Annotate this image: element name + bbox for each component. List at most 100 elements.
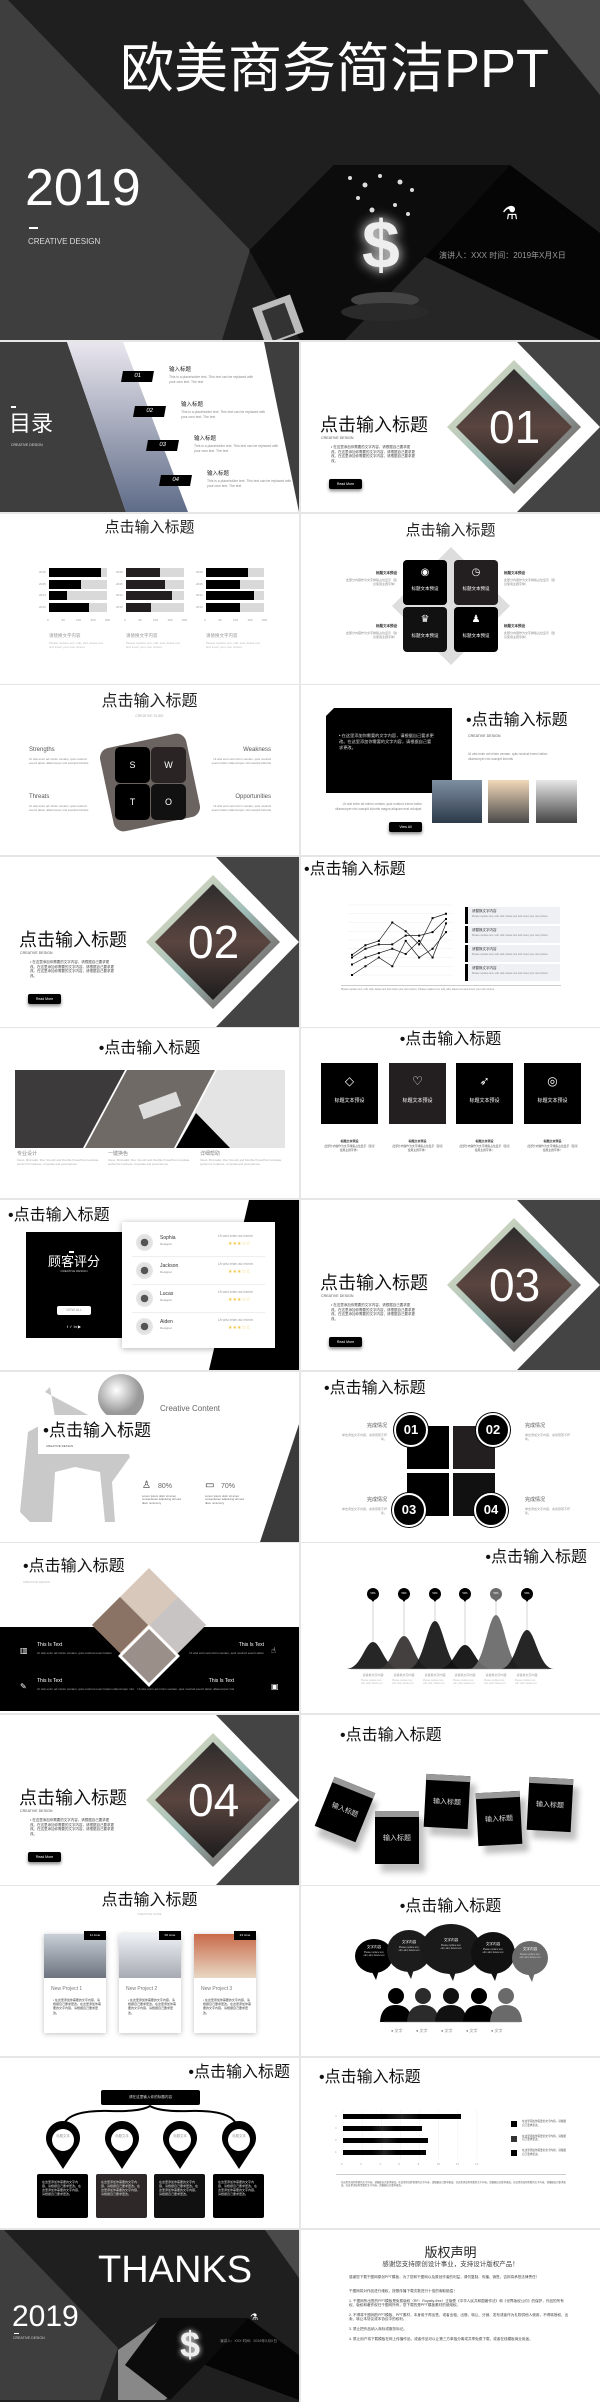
slide-desc: Ut wisi enim ad minim veniam, quis nostr… bbox=[468, 752, 563, 761]
rocket-icon: ➶ bbox=[456, 1075, 513, 1088]
feature-box: ♛标题文本预设 bbox=[403, 607, 447, 652]
slide-photos3[interactable]: •点击输入标题专业设计Clean, Minimalist, Flat, Smoo… bbox=[0, 1028, 299, 1198]
bar bbox=[206, 603, 240, 612]
review-quote: Ut wisi enim ad minim bbox=[218, 1291, 253, 1295]
slide-toc[interactable]: 目录CREATIVE DESIGN01输入标题This is a placeho… bbox=[0, 342, 299, 512]
tick-label: 50 bbox=[139, 619, 142, 622]
tick-label: 2 bbox=[360, 2163, 362, 2166]
read-more-button[interactable]: Read More bbox=[28, 1852, 61, 1862]
slide-hbar[interactable]: •点击输入标题024681012144321在这里添加你需要的文字内容，请根据自… bbox=[301, 2058, 600, 2228]
chart-note: 在这里添加你需要的文字内容，请根据自己要求更改。在这里添加你需要的文字内容，请根… bbox=[341, 2181, 566, 2187]
monitor-icon: ▭ bbox=[205, 1480, 214, 1491]
item-title: This Is Text bbox=[37, 1679, 137, 1685]
bar bbox=[126, 591, 172, 600]
avatar bbox=[136, 1318, 153, 1335]
bar bbox=[206, 580, 240, 589]
swot-label: Weakness bbox=[206, 747, 271, 754]
category-label: 2016 bbox=[196, 571, 203, 574]
slide-iconboxes[interactable]: •点击输入标题◇标题文本预设标题文本预设此部分内容作为文字排版占位显示（建议使用… bbox=[301, 1028, 600, 1198]
box-text: 在这里添加你需要的文字内容，请根据自己要求更改。在这里添加你需要的文字内容，请根… bbox=[101, 2180, 142, 2196]
tick-label: 8 bbox=[418, 2163, 420, 2166]
slide-title: •点击输入标题 bbox=[324, 1380, 426, 1398]
slide-subtitle: CREATIVE SLIDE bbox=[0, 715, 299, 719]
photo-desc: Clean, Minimalist, Flat, Smooth and Flex… bbox=[108, 1159, 190, 1167]
data-point bbox=[378, 952, 380, 954]
data-point bbox=[351, 974, 353, 976]
group-label: 请替换文字内容 bbox=[206, 634, 238, 639]
title-card: 输入标题 bbox=[527, 1777, 574, 1832]
slide-pins[interactable]: •点击输入标题请在这里输入你的标题内容标题文本在这里添加你需要的文字内容，请根据… bbox=[0, 2058, 299, 2228]
slide-swot[interactable]: 点击输入标题CREATIVE SLIDESWTOStrengthsUt wisi… bbox=[0, 685, 299, 855]
pointer-icon: ☝ bbox=[271, 1647, 276, 1656]
box-label: 标题文本预设 bbox=[403, 634, 447, 639]
diamond-icon: ◇ bbox=[321, 1075, 378, 1088]
slide-creative[interactable]: Creative Content•点击输入标题CREATIVE DESIGN♙8… bbox=[0, 1372, 299, 1542]
toc-subtitle: CREATIVE DESIGN bbox=[11, 444, 43, 448]
slide-quad[interactable]: 点击输入标题◉标题文本预设◷标题文本预设♛标题文本预设♟标题文本预设标题文本预设… bbox=[301, 514, 600, 684]
slide-section[interactable]: 02点击输入标题CREATIVE DESIGN• 在这里添加你需要的文字内容，请… bbox=[0, 857, 299, 1027]
tick-label: 150 bbox=[168, 619, 173, 622]
box-text: 在这里添加你需要的文字内容，请根据自己要求更改。在这里添加你需要的文字内容，请根… bbox=[159, 2180, 200, 2196]
side-desc: 此部分内容作为文字排版占位显示（建议使用主题字体） bbox=[345, 578, 397, 586]
toc-item-desc: This is a placeholder text. This text ca… bbox=[207, 479, 292, 488]
slide-bubbles[interactable]: •点击输入标题文字内容Please replace text, edit, ad… bbox=[301, 1886, 600, 2056]
chart-note: Please replace text, edit, add, delete t… bbox=[341, 988, 561, 991]
view-all-button[interactable]: VIEW ALL bbox=[57, 1306, 91, 1315]
reviewer-role: Designer bbox=[160, 1243, 172, 1246]
slide-projects[interactable]: 点击输入标题CREATIVE SLIDE11 JuneNew Project 1… bbox=[0, 1886, 299, 2056]
slide-section[interactable]: 04点击输入标题CREATIVE DESIGN• 在这里添加你需要的文字内容，请… bbox=[0, 1715, 299, 1885]
bar bbox=[343, 2138, 428, 2143]
bar bbox=[49, 580, 81, 589]
section-number: 02 bbox=[188, 917, 239, 968]
slide-linechart[interactable]: •点击输入标题请替换文字内容Please replace text, edit,… bbox=[301, 857, 600, 1027]
box-label: 标题文本预设 bbox=[403, 587, 447, 592]
legend-title: 请替换文字内容 bbox=[472, 967, 497, 971]
bell-desc: Please replace text, edit, add, delete t… bbox=[361, 1679, 385, 1685]
box-label: 标题文本预设 bbox=[454, 634, 498, 639]
reviewer-name: Sophia bbox=[160, 1236, 176, 1242]
data-point bbox=[391, 965, 393, 967]
slide-reviews[interactable]: •点击输入标题顾客评分CREATIVE DESIGNVIEW ALLf ✓ in… bbox=[0, 1200, 299, 1370]
bubble-tail bbox=[406, 1969, 414, 1979]
read-more-button[interactable]: Read More bbox=[28, 994, 61, 1004]
slide-title: •点击输入标题 bbox=[8, 1207, 110, 1225]
photo bbox=[432, 780, 482, 823]
slide-bells[interactable]: •点击输入标题50%请替换文字内容Please replace text, ed… bbox=[301, 1543, 600, 1713]
tick-label: 200 bbox=[262, 619, 267, 622]
slide-cards[interactable]: •点击输入标题输入标题输入标题输入标题输入标题输入标题 bbox=[301, 1715, 600, 1885]
data-point bbox=[378, 943, 380, 945]
status-desc: 单击添加文字内容，言简意赅不啰嗦。 bbox=[337, 1507, 387, 1515]
card-label: 输入标题 bbox=[375, 1835, 419, 1843]
view-all-button[interactable]: View All bbox=[389, 822, 422, 832]
slide-section[interactable]: 01点击输入标题CREATIVE DESIGN• 在这里添加你需要的文字内容，请… bbox=[301, 342, 600, 512]
slide-bars[interactable]: 点击输入标题2016201520142013050100150200请替换文字内… bbox=[0, 514, 299, 684]
silhouette-body bbox=[435, 2005, 467, 2022]
slide-diamondphotos[interactable]: •点击输入标题CREATIVE DESIGN▥This Is TextUt wi… bbox=[0, 1543, 299, 1713]
slide-circles[interactable]: •点击输入标题01完成情况单击添加文字内容，言简意赅不啰嗦。02完成情况单击添加… bbox=[301, 1372, 600, 1542]
toc-item-title: 输入标题 bbox=[169, 367, 191, 373]
slide-section[interactable]: 03点击输入标题CREATIVE DESIGN• 在这里添加你需要的文字内容，请… bbox=[301, 1200, 600, 1370]
side-title: 标题文本预设 bbox=[504, 625, 556, 629]
data-point bbox=[418, 943, 420, 945]
flask-icon: ⚗ bbox=[250, 2313, 258, 2323]
legend-bar bbox=[465, 907, 468, 924]
bell-label: 请替换文字内容 bbox=[391, 1674, 417, 1677]
slide-graphics bbox=[301, 2058, 600, 2228]
copyright-paragraph: 1. 千图网所出售的PPT模板是免费版权（RF：Royalty-free）正版受… bbox=[349, 2299, 569, 2309]
data-point bbox=[432, 917, 434, 919]
slide-blackphotos[interactable]: • 在这里添加你需要的文字内容，请根据自己要求更改。在这里添加你需要的文字内容，… bbox=[301, 685, 600, 855]
slide-copyright[interactable]: 版权声明感谢您支持原创设计事业，支持设计版权产品！感谢您下载千图网原创PPT模板… bbox=[301, 2230, 600, 2402]
toc-item-desc: This is a placeholder text. This text ca… bbox=[181, 410, 266, 419]
toc-title: 目录 bbox=[9, 412, 53, 436]
read-more-button[interactable]: Read More bbox=[329, 1337, 362, 1347]
slide-title: 点击输入标题 bbox=[0, 1892, 299, 1910]
hero-dash bbox=[29, 227, 38, 229]
pin-label: 标题文本 bbox=[172, 2135, 188, 2139]
tick-label: 10 bbox=[437, 2163, 440, 2166]
feature-box: ◉标题文本预设 bbox=[403, 560, 447, 605]
slide-thanks[interactable]: THANKS2019CREATIVE DESIGN$⚗演讲人：XXX 时间：20… bbox=[0, 2230, 299, 2402]
legend-desc: Please replace text, edit, add, delete t… bbox=[472, 934, 552, 937]
item-desc: Ut wisi enim ad minim veniam, quis nostr… bbox=[37, 1687, 137, 1691]
read-more-button[interactable]: Read More bbox=[329, 479, 362, 489]
data-point bbox=[405, 940, 407, 942]
